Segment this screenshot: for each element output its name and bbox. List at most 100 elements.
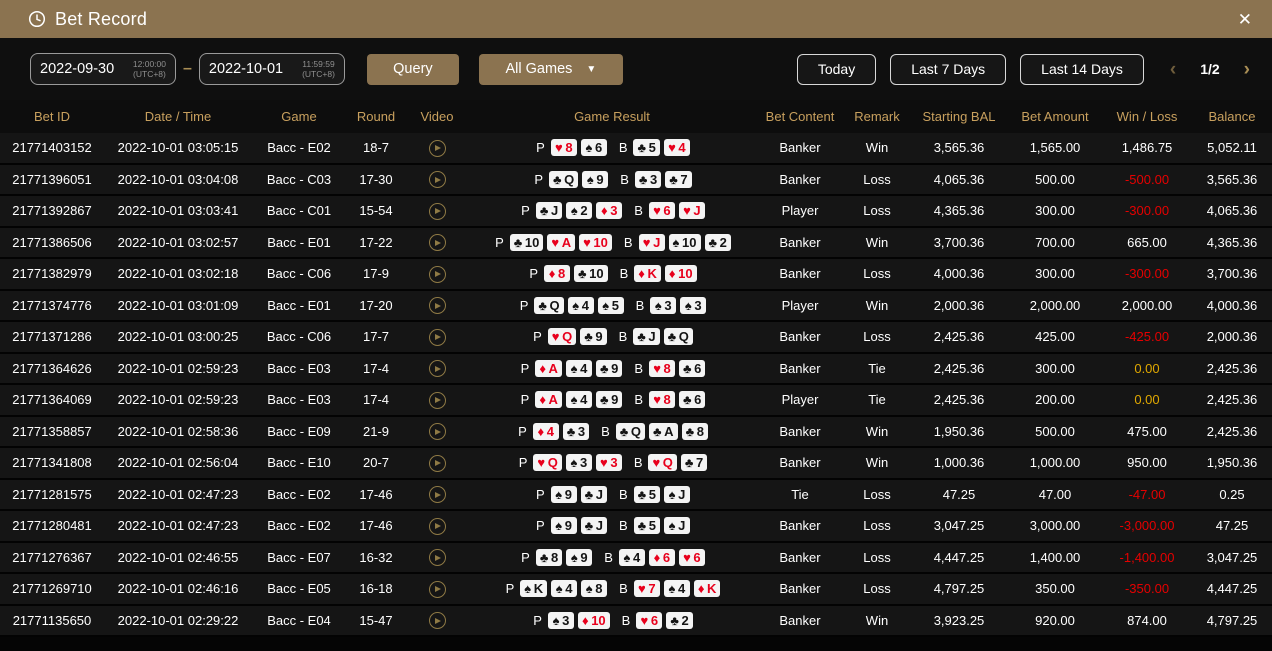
balance: 2,425.36 bbox=[1192, 392, 1272, 407]
round: 21-9 bbox=[346, 424, 406, 439]
date-time: 2022-10-01 03:01:09 bbox=[104, 298, 252, 313]
date-time: 2022-10-01 03:00:25 bbox=[104, 329, 252, 344]
play-video-icon[interactable] bbox=[429, 581, 446, 598]
last-14-days-button[interactable]: Last 14 Days bbox=[1020, 54, 1144, 85]
card: ♠ K bbox=[520, 580, 547, 597]
card: ♠ 9 bbox=[551, 486, 577, 503]
date-time: 2022-10-01 03:05:15 bbox=[104, 140, 252, 155]
round: 17-22 bbox=[346, 235, 406, 250]
card: ♣ J bbox=[581, 517, 607, 534]
table-row: 217713960512022-10-01 03:04:08Bacc - C03… bbox=[0, 165, 1272, 197]
win-loss: -425.00 bbox=[1102, 329, 1192, 344]
play-video-icon[interactable] bbox=[429, 297, 446, 314]
balance: 5,052.11 bbox=[1192, 140, 1272, 155]
bet-record-window: Bet Record ✕ 2022-09-30 12:00:00 (UTC+8)… bbox=[0, 0, 1272, 651]
table-row: 217712815752022-10-01 02:47:23Bacc - E02… bbox=[0, 480, 1272, 512]
balance: 4,000.36 bbox=[1192, 298, 1272, 313]
bet-amount: 300.00 bbox=[1008, 361, 1102, 376]
play-video-icon[interactable] bbox=[429, 392, 446, 409]
last-7-days-button[interactable]: Last 7 Days bbox=[890, 54, 1006, 85]
close-icon[interactable]: ✕ bbox=[1238, 11, 1252, 28]
starting-balance: 1,950.36 bbox=[910, 424, 1008, 439]
round: 17-7 bbox=[346, 329, 406, 344]
round: 15-54 bbox=[346, 203, 406, 218]
game-name: Bacc - C01 bbox=[252, 203, 346, 218]
starting-balance: 4,447.25 bbox=[910, 550, 1008, 565]
round: 16-18 bbox=[346, 581, 406, 596]
round: 17-4 bbox=[346, 361, 406, 376]
banker-label: B bbox=[601, 424, 610, 439]
prev-page-icon[interactable]: ‹ bbox=[1170, 60, 1176, 79]
card: ♦ 6 bbox=[649, 549, 675, 566]
games-dropdown[interactable]: All Games ▼ bbox=[479, 54, 623, 85]
table-row: 217713640692022-10-01 02:59:23Bacc - E03… bbox=[0, 385, 1272, 417]
game-result: P♦ A♠ 4♣ 9B♥ 8♣ 6 bbox=[468, 391, 756, 408]
play-video-icon[interactable] bbox=[429, 486, 446, 503]
card: ♠ 3 bbox=[680, 297, 706, 314]
banker-label: B bbox=[634, 361, 643, 376]
banker-label: B bbox=[622, 613, 631, 628]
today-button[interactable]: Today bbox=[797, 54, 876, 85]
bet-amount: 1,400.00 bbox=[1008, 550, 1102, 565]
table-row: 217713588572022-10-01 02:58:36Bacc - E09… bbox=[0, 417, 1272, 449]
play-triangle bbox=[435, 208, 441, 214]
next-page-icon[interactable]: › bbox=[1244, 60, 1250, 79]
card: ♠ 4 bbox=[551, 580, 577, 597]
card: ♣ 7 bbox=[681, 454, 707, 471]
date-from-input[interactable]: 2022-09-30 12:00:00 (UTC+8) bbox=[30, 53, 176, 85]
card: ♥ Q bbox=[548, 328, 576, 345]
starting-balance: 4,365.36 bbox=[910, 203, 1008, 218]
starting-balance: 47.25 bbox=[910, 487, 1008, 502]
banker-label: B bbox=[620, 172, 629, 187]
bet-id: 21771269710 bbox=[0, 581, 104, 596]
bet-id: 21771281575 bbox=[0, 487, 104, 502]
bet-amount: 1,565.00 bbox=[1008, 140, 1102, 155]
player-label: P bbox=[533, 613, 542, 628]
play-video-icon[interactable] bbox=[429, 203, 446, 220]
game-result: P♠ K♠ 4♠ 8B♥ 7♠ 4♦ K bbox=[468, 580, 756, 597]
bet-amount: 500.00 bbox=[1008, 172, 1102, 187]
bet-amount: 300.00 bbox=[1008, 266, 1102, 281]
banker-label: B bbox=[634, 392, 643, 407]
remark: Win bbox=[844, 613, 910, 628]
chevron-down-icon: ▼ bbox=[586, 64, 596, 75]
win-loss: 475.00 bbox=[1102, 424, 1192, 439]
table-row: 217713747762022-10-01 03:01:09Bacc - E01… bbox=[0, 291, 1272, 323]
starting-balance: 2,425.36 bbox=[910, 361, 1008, 376]
date-time: 2022-10-01 02:46:16 bbox=[104, 581, 252, 596]
remark: Tie bbox=[844, 361, 910, 376]
play-video-icon[interactable] bbox=[429, 455, 446, 472]
bet-content: Banker bbox=[756, 140, 844, 155]
game-result: P♥ 8♠ 6B♣ 5♥ 4 bbox=[468, 139, 756, 156]
play-video-icon[interactable] bbox=[429, 360, 446, 377]
player-label: P bbox=[536, 140, 545, 155]
play-video-icon[interactable] bbox=[429, 612, 446, 629]
play-video-icon[interactable] bbox=[429, 266, 446, 283]
play-video-icon[interactable] bbox=[429, 234, 446, 251]
bet-id: 21771135650 bbox=[0, 613, 104, 628]
play-video-icon[interactable] bbox=[429, 171, 446, 188]
balance: 4,065.36 bbox=[1192, 203, 1272, 218]
date-to-input[interactable]: 2022-10-01 11:59:59 (UTC+8) bbox=[199, 53, 345, 85]
play-video-icon[interactable] bbox=[429, 518, 446, 535]
date-from-value: 2022-09-30 bbox=[40, 61, 114, 77]
bet-id: 21771364626 bbox=[0, 361, 104, 376]
card: ♣ Q bbox=[549, 171, 578, 188]
game-name: Bacc - E10 bbox=[252, 455, 346, 470]
video-cell bbox=[406, 234, 468, 252]
title-bar: Bet Record ✕ bbox=[0, 0, 1272, 38]
play-video-icon[interactable] bbox=[429, 549, 446, 566]
play-video-icon[interactable] bbox=[429, 329, 446, 346]
card: ♣ 7 bbox=[665, 171, 691, 188]
query-button[interactable]: Query bbox=[367, 54, 459, 85]
play-video-icon[interactable] bbox=[429, 423, 446, 440]
game-result: P♣ Q♠ 9B♣ 3♣ 7 bbox=[468, 171, 756, 188]
date-to-value: 2022-10-01 bbox=[209, 61, 283, 77]
win-loss: -3,000.00 bbox=[1102, 518, 1192, 533]
video-cell bbox=[406, 391, 468, 409]
bet-content: Player bbox=[756, 203, 844, 218]
game-name: Bacc - C03 bbox=[252, 172, 346, 187]
bet-id: 21771276367 bbox=[0, 550, 104, 565]
table-row: 217712804812022-10-01 02:47:23Bacc - E02… bbox=[0, 511, 1272, 543]
play-video-icon[interactable] bbox=[429, 140, 446, 157]
